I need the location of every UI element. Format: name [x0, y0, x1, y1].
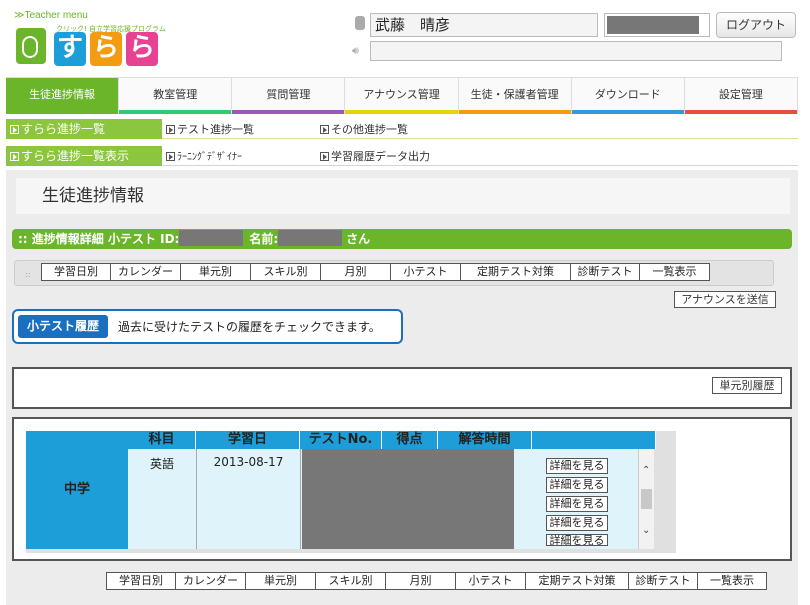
masked-name — [278, 230, 343, 246]
cell-date: 2013-08-17 — [196, 449, 300, 549]
tab-by-unit[interactable]: 単元別 — [245, 572, 316, 590]
detail-header-bar: :: 進捗情報詳細 小テスト ID: 名前: さん — [12, 229, 792, 249]
nav-tab-download[interactable]: ダウンロード — [571, 78, 685, 114]
info-text: 過去に受けたテストの履歴をチェックできます。 — [118, 320, 381, 334]
sub-nav-1: すらら進捗一覧 テスト進捗一覧 その他進捗一覧 — [6, 117, 798, 139]
mouse-logo-icon — [16, 28, 46, 64]
unit-history-panel: 単元別履歴 — [12, 367, 792, 409]
nav-tab-settings[interactable]: 設定管理 — [684, 78, 798, 114]
user-name-field: 武藤 晴彦 — [370, 13, 598, 37]
logo-char-2: ら — [90, 32, 122, 66]
logo-char-1: す — [54, 32, 86, 66]
tab-by-date[interactable]: 学習日別 — [106, 572, 176, 590]
arrow-icon — [320, 152, 329, 161]
drag-handle-icon: :: — [25, 270, 31, 279]
tab-calendar[interactable]: カレンダー — [110, 263, 181, 281]
grade-cell: 中学 — [26, 431, 128, 549]
logout-button[interactable]: ログアウト — [716, 12, 796, 38]
detail-name-label: 名前: — [249, 232, 279, 246]
tab-list[interactable]: 一覧表示 — [697, 572, 767, 590]
sub-nav-active-progress-list[interactable]: すらら進捗一覧 — [6, 119, 162, 139]
info-label: 小テスト履歴 — [18, 315, 108, 338]
tab-periodic-test[interactable]: 定期テスト対策 — [525, 572, 629, 590]
main-nav: 生徒進捗情報 教室管理 質問管理 アナウンス管理 生徒・保護者管理 ダウンロード… — [6, 77, 798, 114]
send-announcement-button[interactable]: アナウンスを送信 — [674, 291, 776, 308]
test-table-panel: 中学 科目 学習日 テストNo. 得点 解答時間 英語 2013-08-17 詳… — [12, 417, 792, 561]
header-subject: 科目 — [128, 431, 196, 449]
nav-tab-student-progress[interactable]: 生徒進捗情報 — [6, 78, 120, 114]
tab-by-skill[interactable]: スキル別 — [250, 263, 321, 281]
header: ≫Teacher menu クリック! 自立学習応援プログラム す ら ら 武藤… — [0, 0, 810, 76]
logo-char-3: ら — [126, 32, 158, 66]
header-test-no: テストNo. — [300, 431, 382, 449]
info-box: 小テスト履歴 過去に受けたテストの履歴をチェックできます。 — [12, 309, 403, 344]
detail-button[interactable]: 詳細を見る — [546, 458, 608, 474]
tab-mini-test[interactable]: 小テスト — [455, 572, 526, 590]
nav-tab-students-parents[interactable]: 生徒・保護者管理 — [458, 78, 572, 114]
nav-tab-classroom[interactable]: 教室管理 — [119, 78, 233, 114]
tab-by-skill[interactable]: スキル別 — [315, 572, 386, 590]
tab-by-date[interactable]: 学習日別 — [41, 263, 111, 281]
tab-bar-top: :: 学習日別 カレンダー 単元別 スキル別 月別 小テスト 定期テスト対策 診… — [14, 260, 774, 286]
content-area: 生徒進捗情報 :: 進捗情報詳細 小テスト ID: 名前: さん :: 学習日別 カ… — [6, 170, 798, 605]
detail-suffix: さん — [346, 232, 371, 246]
unit-history-button[interactable]: 単元別履歴 — [712, 377, 782, 394]
tab-calendar[interactable]: カレンダー — [175, 572, 246, 590]
announcement-bar — [370, 41, 782, 61]
tab-mini-test[interactable]: 小テスト — [390, 263, 461, 281]
scroll-thumb[interactable] — [641, 489, 652, 509]
sub-nav-active-progress-display[interactable]: すらら進捗一覧表示 — [6, 146, 162, 166]
masked-id — [179, 230, 244, 246]
teacher-menu-label: ≫Teacher menu — [14, 10, 88, 21]
sub-link-history-export[interactable]: 学習履歴データ出力 — [320, 148, 430, 164]
scrollbar[interactable]: ⌃ ⌄ — [638, 449, 654, 549]
tab-by-month[interactable]: 月別 — [320, 263, 391, 281]
detail-prefix: :: 進捗情報詳細 小テスト ID: — [18, 232, 180, 246]
cell-subject: 英語 — [128, 449, 196, 549]
nav-tab-questions[interactable]: 質問管理 — [232, 78, 346, 114]
tab-diagnostic[interactable]: 診断テスト — [628, 572, 698, 590]
tab-diagnostic[interactable]: 診断テスト — [570, 263, 640, 281]
test-table: 中学 科目 学習日 テストNo. 得点 解答時間 英語 2013-08-17 詳… — [26, 431, 676, 553]
tab-by-unit[interactable]: 単元別 — [180, 263, 251, 281]
header-date: 学習日 — [196, 431, 300, 449]
detail-button[interactable]: 詳細を見る — [546, 477, 608, 493]
scroll-up-icon[interactable]: ⌃ — [642, 465, 650, 476]
header-empty — [532, 431, 656, 449]
arrow-icon — [10, 125, 19, 134]
scroll-down-icon[interactable]: ⌄ — [642, 525, 650, 536]
header-score: 得点 — [382, 431, 438, 449]
sub-link-test-progress[interactable]: テスト進捗一覧 — [166, 121, 254, 137]
arrow-icon — [10, 152, 19, 161]
detail-button[interactable]: 詳細を見る — [546, 534, 608, 546]
arrow-icon — [166, 152, 175, 161]
sub-link-other-progress[interactable]: その他進捗一覧 — [320, 121, 408, 137]
detail-button[interactable]: 詳細を見る — [546, 515, 608, 531]
arrow-icon — [166, 125, 175, 134]
nav-tab-announcements[interactable]: アナウンス管理 — [345, 78, 459, 114]
page-title: 生徒進捗情報 — [16, 178, 790, 214]
speaker-icon: 🔊︎ — [352, 44, 359, 57]
user-icon — [355, 16, 365, 30]
masked-results — [302, 449, 514, 549]
tab-by-month[interactable]: 月別 — [385, 572, 456, 590]
masked-field — [604, 13, 710, 37]
sub-nav-2: すらら進捗一覧表示 ﾗｰﾆﾝｸﾞﾃﾞｻﾞｲﾅｰ 学習履歴データ出力 — [6, 144, 798, 166]
sub-link-learning-designer[interactable]: ﾗｰﾆﾝｸﾞﾃﾞｻﾞｲﾅｰ — [166, 148, 242, 163]
tab-periodic-test[interactable]: 定期テスト対策 — [460, 263, 571, 281]
tab-list[interactable]: 一覧表示 — [639, 263, 710, 281]
tab-bar-bottom: 学習日別 カレンダー 単元別 スキル別 月別 小テスト 定期テスト対策 診断テス… — [106, 572, 767, 590]
detail-button[interactable]: 詳細を見る — [546, 496, 608, 512]
arrow-icon — [320, 125, 329, 134]
header-time: 解答時間 — [438, 431, 532, 449]
